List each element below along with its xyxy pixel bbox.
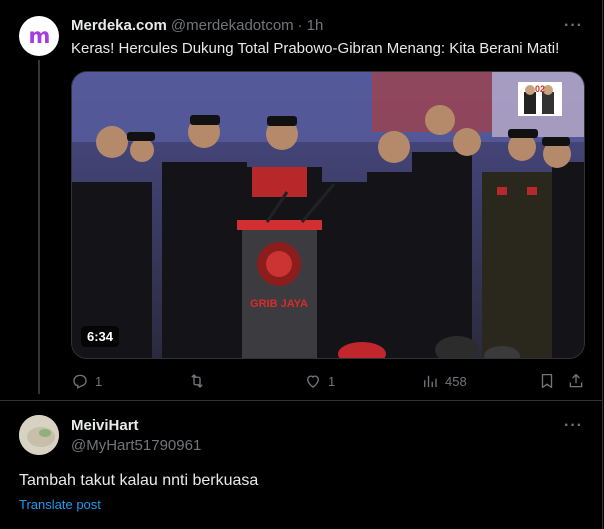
- views-icon: [424, 375, 437, 387]
- more-icon[interactable]: ···: [564, 17, 583, 35]
- video-player[interactable]: 02 GRIB JAYA: [71, 71, 585, 359]
- post-timestamp[interactable]: 1h: [307, 17, 324, 34]
- thread-connector-line: [38, 60, 40, 394]
- repost-button[interactable]: [188, 372, 212, 390]
- repost-icon: [191, 374, 203, 388]
- post-divider: [0, 400, 603, 401]
- reply-count: 1: [95, 373, 103, 389]
- video-thumbnail: 02 GRIB JAYA: [72, 72, 584, 358]
- separator-dot: ·: [297, 17, 303, 34]
- like-icon: [307, 375, 319, 388]
- views-button[interactable]: 458: [421, 372, 467, 390]
- avatar[interactable]: [19, 415, 59, 455]
- svg-text:GRIB JAYA: GRIB JAYA: [250, 298, 308, 310]
- avatar[interactable]: m: [19, 16, 59, 56]
- share-icon: [569, 373, 583, 388]
- post-merdeka[interactable]: m Merdeka.com @merdekadotcom · 1h ··· Ke…: [0, 0, 603, 400]
- post-text: Keras! Hercules Dukung Total Prabowo-Gib…: [71, 40, 560, 57]
- reply-icon: [73, 374, 87, 389]
- bookmark-icon: [541, 373, 553, 389]
- bookmark-button[interactable]: [538, 372, 556, 390]
- display-name[interactable]: MeiviHart: [71, 417, 139, 434]
- timeline-column: m Merdeka.com @merdekadotcom · 1h ··· Ke…: [0, 0, 603, 529]
- reply-button[interactable]: 1: [71, 372, 102, 390]
- share-button[interactable]: [567, 372, 585, 390]
- translate-post-link[interactable]: Translate post: [19, 497, 101, 512]
- video-duration-badge: 6:34: [81, 326, 120, 347]
- like-button[interactable]: 1: [304, 372, 335, 390]
- post-header: Merdeka.com @merdekadotcom · 1h: [71, 17, 323, 34]
- like-count: 1: [328, 373, 336, 389]
- display-name[interactable]: Merdeka.com: [71, 17, 167, 34]
- user-handle[interactable]: @merdekadotcom: [171, 17, 294, 34]
- user-handle[interactable]: @MyHart51790961: [71, 437, 201, 454]
- svg-text:02: 02: [535, 84, 545, 94]
- more-icon[interactable]: ···: [564, 417, 583, 435]
- post-text: Tambah takut kalau nnti berkuasa: [19, 472, 259, 489]
- views-count: 458: [445, 373, 467, 389]
- post-actions: 1 1 458: [71, 372, 585, 392]
